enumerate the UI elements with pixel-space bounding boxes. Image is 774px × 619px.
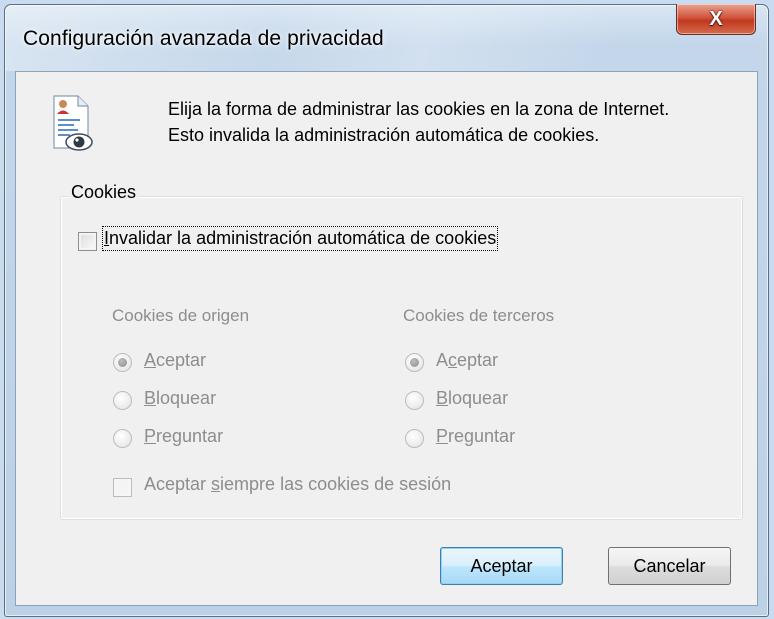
close-button[interactable]: X [676,4,756,35]
third-party-accept-radio[interactable] [405,353,424,372]
override-automatic-label[interactable]: Invalidar la administración automática d… [101,226,499,251]
always-allow-session-cookies-label[interactable]: Aceptar siempre las cookies de sesión [144,474,451,495]
third-party-header: Cookies de terceros [403,306,555,325]
first-party-header: Cookies de origen [112,306,250,325]
first-party-prompt-label[interactable]: Preguntar [144,426,223,447]
title-bar[interactable]: Configuración avanzada de privacidad X [5,4,768,71]
dialog-content: Elija la forma de administrar las cookie… [15,71,758,606]
intro-line-2: Esto invalida la administración automáti… [168,125,600,145]
third-party-prompt-radio[interactable] [405,429,424,448]
privacy-document-eye-icon [53,95,93,151]
third-party-block-label[interactable]: Bloquear [436,388,508,409]
first-party-block-radio[interactable] [113,391,132,410]
intro-line-1: Elija la forma de administrar las cookie… [168,99,670,119]
ok-button[interactable]: Aceptar [440,547,563,585]
close-icon: X [709,7,723,30]
window-title: Configuración avanzada de privacidad [23,27,384,50]
first-party-accept-radio[interactable] [113,353,132,372]
cancel-button[interactable]: Cancelar [608,547,731,585]
third-party-block-radio[interactable] [405,391,424,410]
always-allow-session-cookies-checkbox[interactable] [113,478,132,497]
intro-text: Elija la forma de administrar las cookie… [168,96,669,148]
third-party-prompt-label[interactable]: Preguntar [436,426,515,447]
first-party-prompt-radio[interactable] [113,429,132,448]
first-party-block-label[interactable]: Bloquear [144,388,216,409]
dialog-window: Configuración avanzada de privacidad X E… [4,4,769,617]
override-automatic-checkbox[interactable] [78,232,97,251]
cookies-group-legend: Cookies [68,182,140,203]
third-party-accept-label[interactable]: Aceptar [436,350,498,371]
first-party-accept-label[interactable]: Aceptar [144,350,206,371]
